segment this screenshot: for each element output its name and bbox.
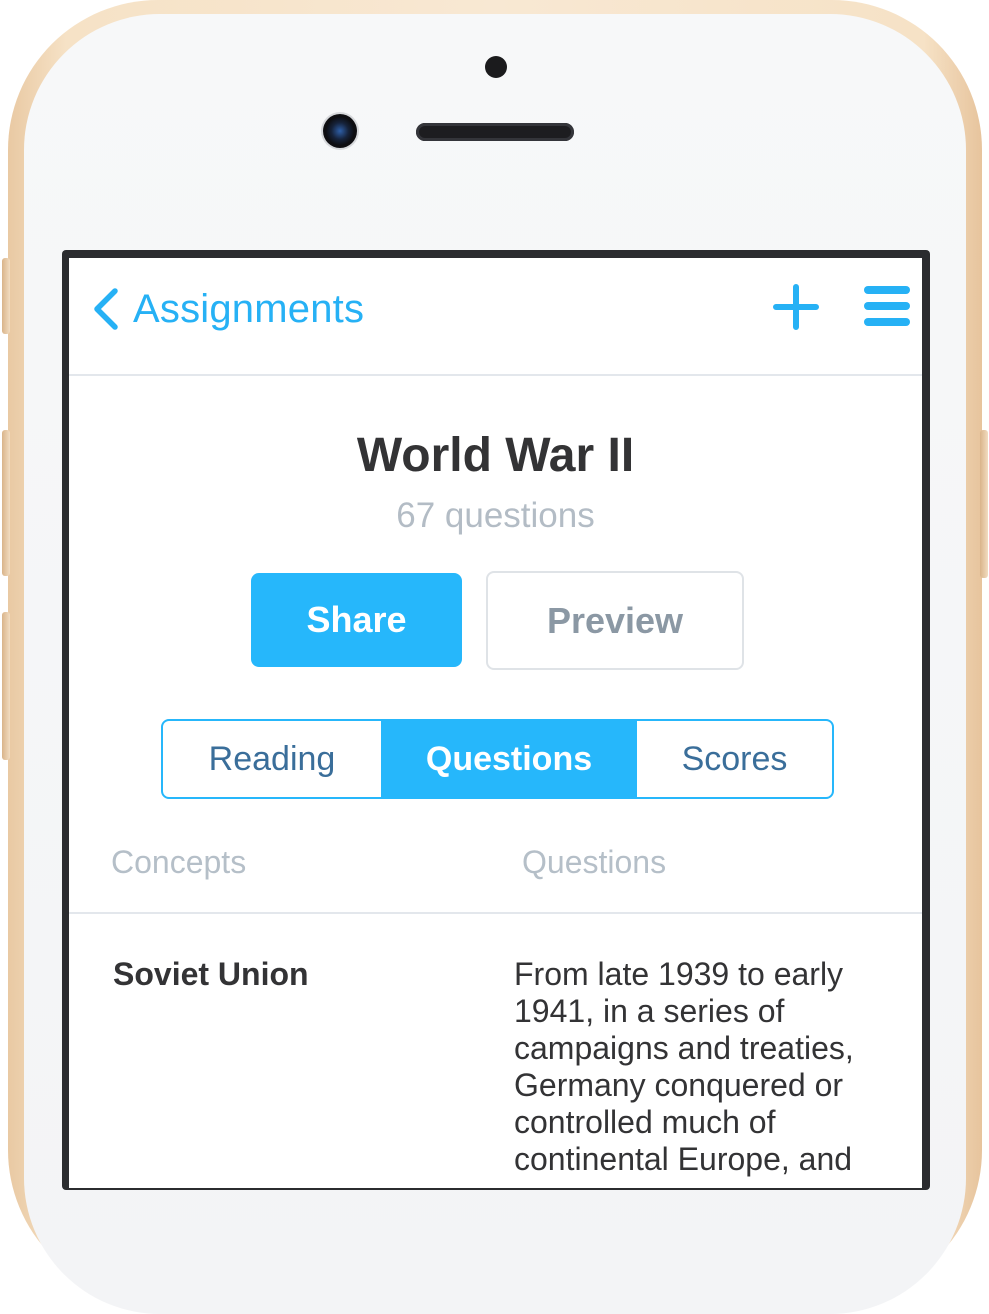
column-header-questions: Questions — [522, 844, 667, 880]
back-button[interactable]: Assignments — [91, 284, 364, 334]
share-button[interactable]: Share — [251, 573, 462, 667]
concept-cell: Soviet Union — [113, 956, 309, 992]
assignment-title: World War II — [356, 429, 635, 482]
proximity-sensor — [485, 56, 507, 78]
phone-mute-switch — [2, 258, 10, 334]
tab-scores[interactable]: Scores — [637, 721, 832, 797]
segmented-control: Reading Questions Scores — [161, 719, 834, 799]
phone-volume-up — [2, 430, 10, 576]
question-count: 67 questions — [396, 496, 595, 535]
chevron-left-icon — [94, 288, 118, 330]
tab-reading[interactable]: Reading — [163, 721, 381, 797]
column-header-concepts: Concepts — [111, 844, 247, 880]
header-divider — [69, 912, 922, 914]
app-screen: Assignments World War II 67 questions Sh… — [69, 258, 922, 1188]
plus-icon[interactable] — [773, 284, 819, 330]
preview-button[interactable]: Preview — [486, 571, 744, 670]
front-camera — [323, 114, 357, 148]
earpiece-speaker — [416, 123, 574, 141]
back-button-label: Assignments — [133, 286, 365, 331]
hamburger-menu-icon[interactable] — [864, 285, 910, 327]
phone-volume-down — [2, 612, 10, 760]
navigation-bar: Assignments — [69, 258, 922, 376]
phone-power-button — [980, 430, 988, 578]
tab-questions[interactable]: Questions — [381, 721, 637, 797]
question-cell[interactable]: From late 1939 to early 1941, in a serie… — [514, 956, 864, 1178]
